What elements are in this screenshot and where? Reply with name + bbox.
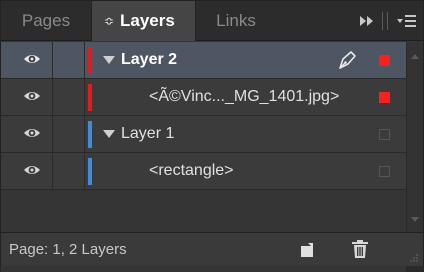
lock-toggle[interactable] <box>53 153 85 189</box>
lock-toggle[interactable] <box>53 116 85 152</box>
selection-target-square[interactable] <box>379 129 390 140</box>
eye-icon <box>24 129 40 137</box>
tab-links[interactable]: Links <box>196 1 276 41</box>
object-row-image[interactable]: <Ã©Vinc..._MG_1401.jpg> <box>1 79 406 116</box>
visibility-toggle[interactable] <box>1 116 53 152</box>
layer-color-bar <box>88 121 92 148</box>
tab-divider <box>382 12 388 30</box>
tab-pages[interactable]: Pages <box>1 1 91 41</box>
scrollbar[interactable] <box>406 42 423 232</box>
tab-layers[interactable]: ≎ Layers <box>91 1 196 41</box>
visibility-toggle[interactable] <box>1 153 53 189</box>
scroll-up-arrow-icon[interactable] <box>411 54 419 59</box>
eye-icon <box>24 166 40 174</box>
layer-list: Layer 2 <Ã©Vinc..._MG_1401.jpg> Layer 1 … <box>1 42 406 272</box>
tab-layers-label: Layers <box>120 11 175 30</box>
layer-color-bar <box>88 47 92 74</box>
selection-target-square[interactable] <box>379 92 390 103</box>
visibility-toggle[interactable] <box>1 79 53 115</box>
scroll-down-arrow-icon[interactable] <box>411 217 419 222</box>
object-name: <Ã©Vinc..._MG_1401.jpg> <box>149 88 340 105</box>
layer-row-layer-2[interactable]: Layer 2 <box>1 42 406 79</box>
new-layer-icon[interactable] <box>299 242 315 258</box>
layer-row-layer-1[interactable]: Layer 1 <box>1 116 406 153</box>
eye-icon <box>24 55 40 63</box>
resize-grip-icon[interactable] <box>409 253 419 263</box>
layer-status-text: Page: 1, 2 Layers <box>9 241 127 258</box>
selection-target-square[interactable] <box>379 166 390 177</box>
pen-icon <box>339 51 356 69</box>
panel-menu-icon[interactable] <box>396 1 418 41</box>
expand-triangle-icon[interactable] <box>103 130 115 138</box>
visibility-toggle[interactable] <box>1 42 53 78</box>
layer-color-bar <box>88 158 92 185</box>
layers-panel: Pages ≎ Layers Links Layer 2 <Ã©Vinc..._… <box>0 0 424 272</box>
lock-toggle[interactable] <box>53 42 85 78</box>
layer-name: Layer 2 <box>121 51 178 68</box>
lock-toggle[interactable] <box>53 79 85 115</box>
expand-panel-icon[interactable] <box>358 1 376 41</box>
panel-footer: Page: 1, 2 Layers <box>1 232 423 266</box>
expand-triangle-icon[interactable] <box>103 56 115 64</box>
panel-tab-bar: Pages ≎ Layers Links <box>1 1 423 41</box>
selection-target-square[interactable] <box>379 55 390 66</box>
layer-color-bar <box>88 84 92 111</box>
tab-sort-icon: ≎ <box>104 14 115 28</box>
object-name: <rectangle> <box>149 162 234 179</box>
layer-name: Layer 1 <box>121 125 175 142</box>
object-row-rectangle[interactable]: <rectangle> <box>1 153 406 190</box>
delete-layer-icon[interactable] <box>351 239 369 259</box>
eye-icon <box>24 92 40 100</box>
